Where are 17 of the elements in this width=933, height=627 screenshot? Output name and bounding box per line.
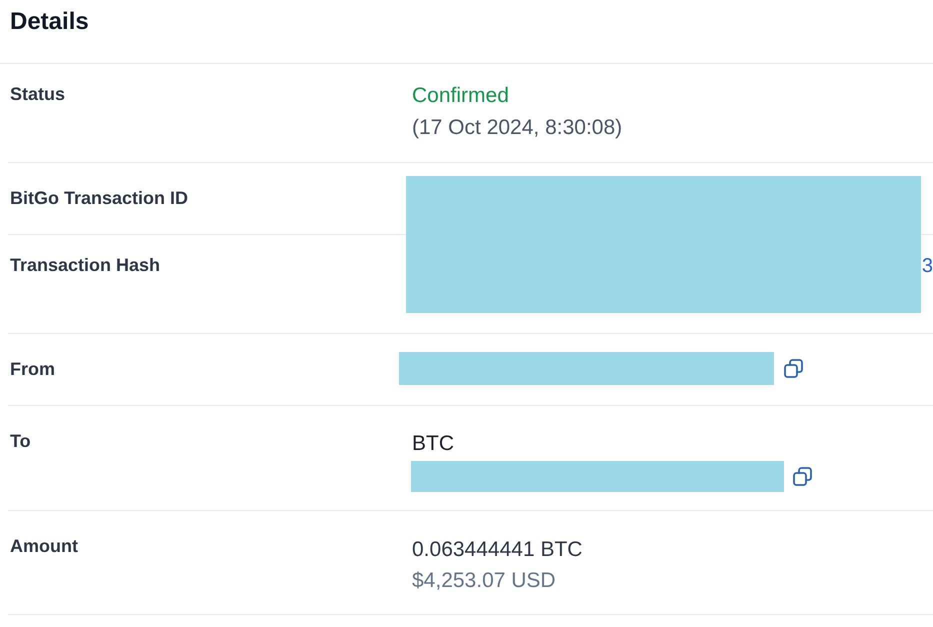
field-label: To	[10, 430, 31, 452]
copy-button[interactable]	[793, 467, 812, 486]
field-label: BitGo Transaction ID	[10, 187, 188, 209]
field-label: From	[10, 358, 55, 380]
field-label: Transaction Hash	[10, 254, 160, 276]
field-label: Amount	[10, 535, 78, 557]
field-label: Status	[10, 83, 66, 105]
copy-icon	[784, 359, 803, 378]
hash-link[interactable]: 3	[922, 250, 933, 282]
section-title: Details	[10, 8, 89, 36]
amount-text: 0.063444441 BTC	[412, 537, 582, 563]
copy-icon	[793, 467, 812, 486]
copy-button[interactable]	[784, 359, 803, 378]
coin-text: BTC	[412, 432, 454, 456]
status-timestamp: (17 Oct 2024, 8:30:08)	[412, 115, 622, 141]
status-text: Confirmed	[412, 83, 509, 109]
fiat-amount-text: $4,253.07 USD	[412, 568, 556, 594]
